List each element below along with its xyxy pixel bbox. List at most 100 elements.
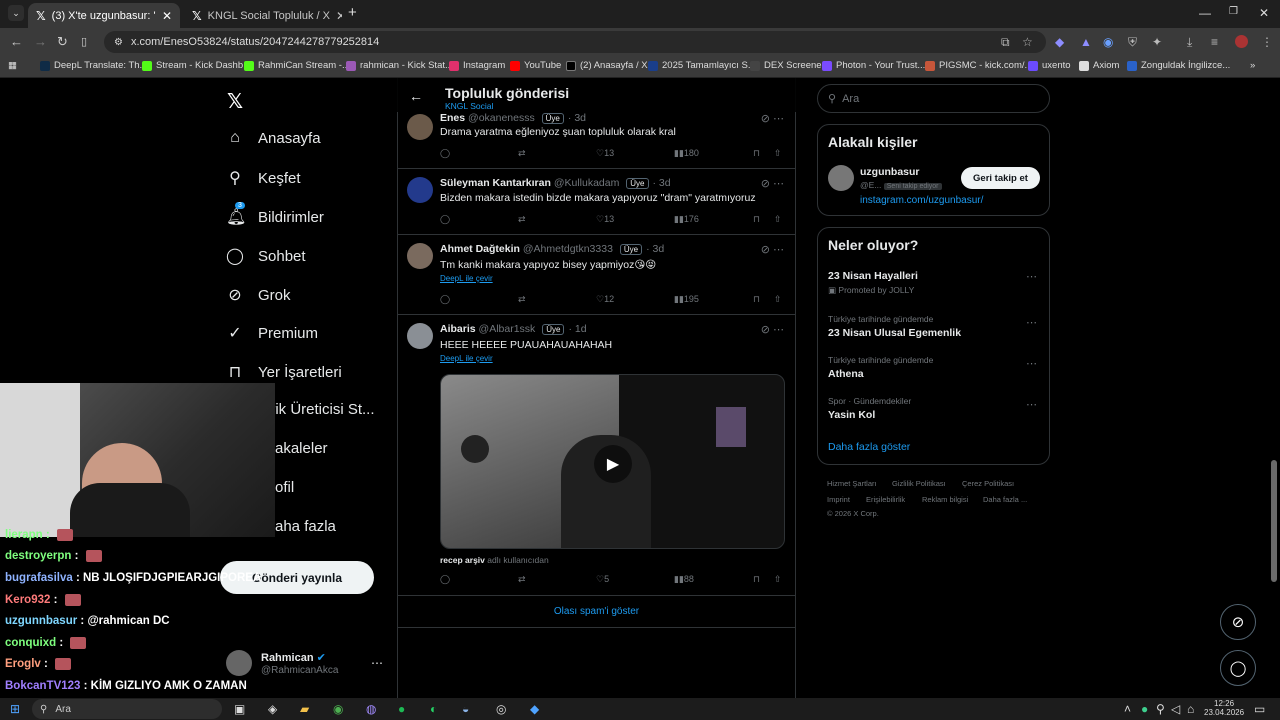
nav-grok[interactable]: ⊘ Grok: [226, 285, 290, 305]
bookmark-icon[interactable]: ⊓: [753, 574, 760, 585]
tray-expand-icon[interactable]: ˄: [1124, 702, 1131, 716]
taskbar-search[interactable]: ⚲ Ara: [32, 699, 222, 719]
back-arrow-icon[interactable]: ←: [409, 88, 423, 104]
back-icon[interactable]: ←: [10, 34, 23, 49]
like-button[interactable]: ♡ 5: [596, 574, 609, 585]
search-box[interactable]: ⚲ Ara: [817, 84, 1050, 113]
share-icon[interactable]: ⇧: [774, 294, 782, 305]
more-bookmarks-icon[interactable]: »: [1250, 60, 1255, 71]
nav-chat[interactable]: ◯ Sohbet: [226, 246, 306, 266]
bookmark-item[interactable]: rahmican - Kick Stat...: [346, 60, 453, 71]
extension-icon[interactable]: ▲: [1080, 35, 1092, 49]
account-name[interactable]: Rahmican ✔: [261, 651, 326, 664]
file-explorer-icon[interactable]: ▰: [300, 702, 309, 716]
bookmark-icon[interactable]: ⊓: [753, 294, 760, 305]
trend-more-icon[interactable]: ⋯: [1026, 316, 1037, 329]
tweet-avatar[interactable]: [407, 323, 433, 349]
download-icon[interactable]: ⤓: [1187, 35, 1192, 50]
grok-icon[interactable]: ⊘ ⋯: [761, 177, 784, 190]
tray-app-icon[interactable]: ●: [1141, 702, 1148, 716]
views-button[interactable]: ▮▮ 88: [674, 574, 694, 585]
notification-center-icon[interactable]: ▭: [1254, 702, 1265, 716]
x-home-logo-icon[interactable]: 𝕏: [227, 89, 243, 114]
tweet-author[interactable]: Enes @okanenesss Üye · 3d: [440, 112, 586, 124]
bookmark-star-icon[interactable]: ☆: [1022, 35, 1033, 49]
steam-icon[interactable]: ◒: [462, 702, 469, 716]
trend-more-icon[interactable]: ⋯: [1026, 270, 1037, 283]
tweet[interactable]: Süleyman Kantarkıran @Kullukadam Üye · 3d…: [397, 169, 796, 235]
reply-icon[interactable]: ◯: [440, 574, 450, 585]
like-button[interactable]: ♡ 13: [596, 148, 614, 159]
extension-icon[interactable]: ◉: [1103, 35, 1113, 49]
play-icon[interactable]: ▶: [594, 445, 632, 483]
messages-fab-icon[interactable]: ◯: [1220, 650, 1256, 686]
like-button[interactable]: ♡ 12: [596, 294, 614, 305]
shield-icon[interactable]: ⛨: [1128, 35, 1137, 50]
footer-link[interactable]: Reklam bilgisi: [922, 495, 968, 504]
footer-link[interactable]: Gizlilik Politikası: [892, 479, 946, 488]
tweet-author[interactable]: Süleyman Kantarkıran @Kullukadam Üye · 3d: [440, 177, 671, 189]
trend-name[interactable]: 23 Nisan Ulusal Egemenlik: [828, 327, 961, 339]
install-icon[interactable]: ⧉: [1001, 35, 1010, 50]
bookmark-icon[interactable]: ⊓: [753, 214, 760, 225]
like-button[interactable]: ♡ 13: [596, 214, 614, 225]
show-spam-link[interactable]: Olası spam'i göster: [397, 596, 796, 628]
retweet-icon[interactable]: ⇄: [518, 294, 526, 305]
sidebar-icon[interactable]: ▯: [81, 35, 87, 48]
app-icon[interactable]: ◈: [268, 702, 277, 716]
app-icon[interactable]: ◆: [530, 702, 539, 716]
bookmark-item[interactable]: Stream - Kick Dashb...: [142, 60, 251, 71]
share-icon[interactable]: ⇧: [774, 148, 782, 159]
clock[interactable]: 12:26 23.04.2026: [1204, 699, 1244, 717]
translate-link[interactable]: DeepL ile çevir: [440, 274, 493, 283]
tab-search-icon[interactable]: ⌄: [8, 5, 24, 21]
tweet[interactable]: Ahmet Dağtekin @Ahmetdgtkn3333 Üye · 3d ⊘…: [397, 235, 796, 315]
menu-icon[interactable]: ⋮: [1261, 35, 1273, 49]
tweet-avatar[interactable]: [407, 177, 433, 203]
app-icon[interactable]: ◍: [366, 702, 376, 716]
tweet-author[interactable]: Ahmet Dağtekin @Ahmetdgtkn3333 Üye · 3d: [440, 243, 664, 255]
nav-creator-studio[interactable]: erik Üreticisi St...: [262, 401, 375, 418]
trend-more-icon[interactable]: ⋯: [1026, 398, 1037, 411]
tab-inactive[interactable]: 𝕏 KNGL Social Topluluk / X ✕: [184, 3, 342, 28]
bookmark-item[interactable]: RahmiCan Stream -...: [244, 60, 350, 71]
retweet-icon[interactable]: ⇄: [518, 574, 526, 585]
network-icon[interactable]: ⌂: [1187, 702, 1194, 716]
tab-active[interactable]: 𝕏 (3) X'te uzgunbasur: "Bahsettiğ ✕: [28, 3, 180, 28]
nav-more[interactable]: aha fazla: [275, 518, 336, 535]
tweet[interactable]: Enes @okanenesss Üye · 3d ⊘ ⋯ Drama yarat…: [397, 112, 796, 169]
grok-fab-icon[interactable]: ⊘: [1220, 604, 1256, 640]
account-avatar[interactable]: [226, 650, 252, 676]
reload-icon[interactable]: ↻: [57, 34, 68, 50]
task-view-icon[interactable]: ▣: [234, 702, 245, 716]
volume-icon[interactable]: ◁: [1171, 702, 1180, 716]
show-more-link[interactable]: Daha fazla göster: [828, 441, 910, 453]
reply-icon[interactable]: ◯: [440, 214, 450, 225]
footer-link[interactable]: Hizmet Şartları: [827, 479, 877, 488]
close-tab-icon[interactable]: ✕: [336, 9, 342, 23]
footer-link[interactable]: Imprint: [827, 495, 850, 504]
new-tab-icon[interactable]: +: [348, 4, 357, 21]
trend-name[interactable]: Yasin Kol: [828, 409, 875, 421]
bookmark-item[interactable]: Axiom: [1079, 60, 1119, 71]
tweet-avatar[interactable]: [407, 114, 433, 140]
forward-icon[interactable]: →: [34, 34, 47, 49]
person-name[interactable]: uzgunbasur: [860, 166, 920, 178]
mic-icon[interactable]: ⚲: [1156, 702, 1165, 716]
bookmark-icon[interactable]: ⊓: [753, 148, 760, 159]
footer-link[interactable]: Erişilebilirlik: [866, 495, 905, 504]
nav-premium[interactable]: ✓ Premium: [226, 323, 318, 343]
bookmark-item[interactable]: YouTube: [510, 60, 561, 71]
restore-icon[interactable]: ❐: [1229, 6, 1238, 17]
retweet-icon[interactable]: ⇄: [518, 148, 526, 159]
bookmark-item[interactable]: Instagram: [449, 60, 505, 71]
footer-link[interactable]: Daha fazla ...: [983, 495, 1027, 504]
community-link[interactable]: KNGL Social: [445, 101, 493, 111]
scrollbar-thumb[interactable]: [1271, 460, 1277, 582]
grok-icon[interactable]: ⊘ ⋯: [761, 112, 784, 125]
grok-icon[interactable]: ⊘ ⋯: [761, 323, 784, 336]
translate-link[interactable]: DeepL ile çevir: [440, 354, 493, 363]
bookmark-item[interactable]: (2) Anasayfa / X: [566, 60, 648, 71]
nav-bookmarks[interactable]: ⊓ Yer İşaretleri: [226, 362, 342, 382]
media-icon[interactable]: ≡: [1211, 35, 1218, 49]
